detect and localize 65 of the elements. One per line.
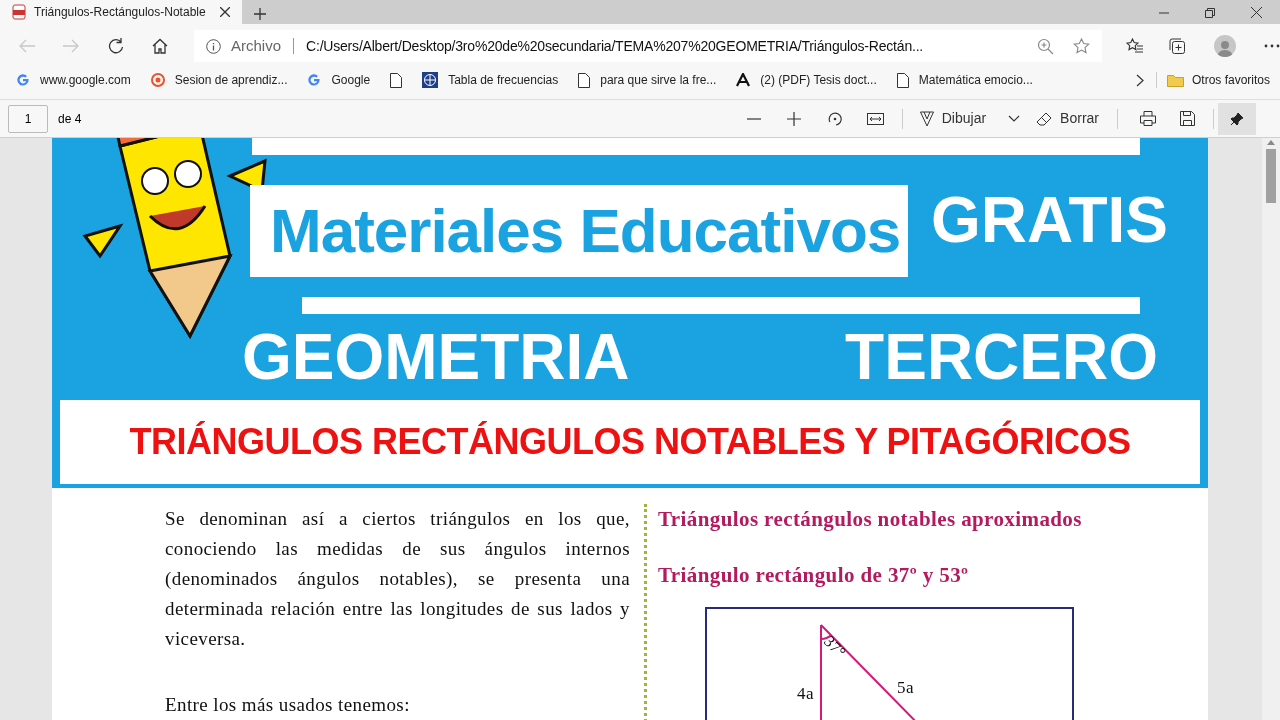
grade-label: TERCERO (845, 325, 1158, 390)
other-bookmarks[interactable]: Otros favoritos (1166, 71, 1270, 89)
pen-icon (919, 110, 934, 127)
bookmark-item[interactable]: www.google.com (16, 71, 131, 89)
target-icon (150, 73, 165, 87)
pin-button[interactable] (1218, 102, 1256, 135)
bookmark-item[interactable]: Sesion de aprendiz... (150, 71, 288, 89)
hypotenuse-label: 5a (897, 679, 914, 696)
erase-button[interactable]: Borrar (1036, 108, 1099, 129)
refresh-icon[interactable] (108, 38, 124, 54)
close-icon[interactable] (1251, 7, 1262, 18)
letter-a-icon (736, 73, 751, 87)
browser-tab[interactable]: Triángulos-Rectángulos-Notable (0, 0, 242, 24)
new-tab-icon[interactable] (254, 8, 266, 20)
url-text: C:/Users/Albert/Desktop/3ro%20de%20secundaria/TEMA%207%20GEOMETRIA/Triángulos-Rectán... (306, 36, 924, 56)
google-icon (16, 73, 30, 87)
section-heading: Triángulos rectángulos notables aproximados (658, 506, 1082, 533)
bookmark-item[interactable]: Google (307, 71, 371, 89)
chevron-down-icon[interactable] (1008, 115, 1021, 122)
google-icon (307, 73, 322, 87)
draw-button[interactable]: Dibujar (919, 108, 987, 129)
pdf-file-icon (12, 4, 26, 20)
free-label: GRATIS (930, 188, 1168, 252)
restore-icon[interactable] (1205, 8, 1215, 18)
folder-icon (1166, 73, 1184, 87)
paragraph: Se denominan así a ciertos triángulos en los que, conociendo las medidas de sus ángulos internos (denominados ángulos notables), se presenta una determinada relación entre las longitudes de sus lados y viceversa. (165, 507, 630, 651)
print-icon[interactable] (1140, 111, 1156, 126)
fit-width-icon[interactable] (866, 112, 884, 125)
more-icon[interactable] (1264, 44, 1280, 48)
page-icon (578, 72, 591, 88)
globe-icon (422, 72, 439, 88)
zoom-in-icon[interactable] (1037, 37, 1054, 55)
close-tab-icon[interactable] (220, 7, 230, 17)
brand-text: Materiales Educativos (270, 200, 901, 263)
save-icon[interactable] (1180, 111, 1195, 126)
zoom-in-icon[interactable] (786, 111, 801, 126)
rotate-icon[interactable] (826, 110, 843, 127)
page-count: de 4 (58, 110, 82, 128)
collections-icon[interactable] (1169, 38, 1185, 54)
paragraph: Entre los más usados tenemos: (165, 693, 411, 717)
chevron-right-icon[interactable] (1135, 73, 1144, 87)
bookmark-item[interactable]: para que sirve la fre... (578, 71, 717, 89)
pin-icon (1230, 111, 1244, 126)
scroll-up-icon[interactable] (1267, 140, 1275, 145)
star-icon[interactable] (1073, 37, 1090, 55)
profile-avatar[interactable] (1214, 35, 1236, 57)
page-icon (896, 72, 909, 88)
bookmark-item[interactable]: Matemática emocio... (896, 71, 1033, 89)
zoom-out-icon[interactable] (746, 117, 761, 120)
subject-label: GEOMETRIA (242, 325, 630, 390)
scheme-label: Archivo (231, 35, 282, 56)
eraser-icon (1036, 111, 1053, 126)
scrollbar[interactable] (1262, 138, 1280, 720)
info-icon (206, 38, 221, 54)
bookmark-item[interactable]: Tabla de frecuencias (422, 71, 559, 89)
bookmark-item[interactable]: (2) (PDF) Tesis doct... (736, 71, 877, 89)
subsection-heading: Triángulo rectángulo de 37º y 53º (658, 561, 970, 589)
scrollbar-thumb[interactable] (1266, 149, 1276, 203)
angle-label: 37° (820, 633, 849, 661)
side-label: 4a (797, 685, 814, 702)
address-bar[interactable]: Archivo C:/Users/Albert/Desktop/3ro%20de%20secundaria/TEMA%207%20GEOMETRIA/Triángulos-Rectán... (194, 30, 1102, 62)
page-icon[interactable] (390, 72, 403, 88)
page-number-field[interactable]: 1 (8, 104, 48, 133)
home-icon[interactable] (152, 38, 168, 54)
favorites-icon[interactable] (1126, 38, 1144, 54)
